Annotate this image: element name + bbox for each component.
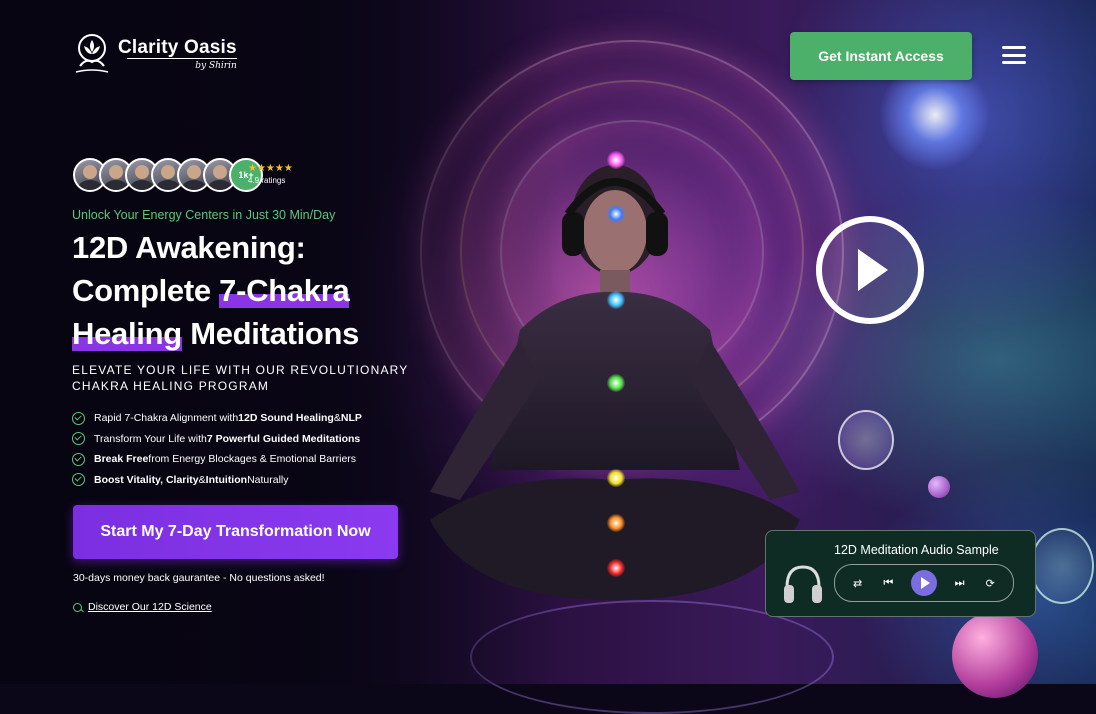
feature-text: from Energy Blockages & Emotional Barrie… (148, 453, 357, 466)
feature-list: Rapid 7-Chakra Alignment with 12D Sound … (72, 408, 362, 490)
audio-sample-title: 12D Meditation Audio Sample (834, 543, 999, 557)
feature-item: Rapid 7-Chakra Alignment with 12D Sound … (72, 408, 362, 429)
repeat-icon[interactable]: ⟳ (982, 577, 998, 590)
feature-bold: Intuition (205, 473, 248, 486)
previous-icon[interactable]: ⏮ (880, 577, 896, 590)
check-circle-icon (72, 473, 85, 487)
feature-bold: 7 Powerful Guided Meditations (206, 432, 361, 445)
headphones-icon (784, 565, 822, 603)
check-circle-icon (72, 411, 85, 425)
feature-text: & (333, 412, 341, 425)
rating-summary: ★★★★★ 4.9 ratings (248, 163, 293, 186)
feature-bold: Break Free (94, 453, 149, 466)
headline-highlight-healing: Healing (72, 316, 182, 351)
brand-byline: by Shirin (126, 58, 237, 71)
headline-line1: 12D Awakening: (72, 230, 306, 265)
chakra-root (607, 559, 625, 577)
feature-item: Break Free from Energy Blockages & Emoti… (72, 449, 362, 470)
hero-subheadline: ELEVATE YOUR LIFE WITH OUR REVOLUTIONARY… (72, 363, 409, 393)
player-controls: ⇄ ⏮ ⏭ ⟳ (834, 564, 1014, 602)
rating-text: 4.9 ratings (248, 176, 286, 185)
headline-highlight-chakra: 7-Chakra (219, 273, 350, 308)
brand-logo[interactable]: Clarity Oasis by Shirin (72, 32, 237, 76)
chakra-third-eye (607, 205, 625, 223)
lotus-person-logo-icon (75, 34, 109, 73)
feature-bold: 12D Sound Healing (238, 412, 334, 425)
hamburger-menu-icon[interactable] (1002, 46, 1026, 64)
feature-item: Transform Your Life with 7 Powerful Guid… (72, 429, 362, 450)
discover-science-link[interactable]: Discover Our 12D Science (88, 601, 212, 613)
feature-text: Transform Your Life with (94, 432, 207, 445)
brand-name: Clarity Oasis (118, 37, 237, 58)
feature-bold: NLP (340, 412, 362, 425)
feature-text: Rapid 7-Chakra Alignment with (94, 412, 239, 425)
chakra-throat (607, 291, 625, 309)
check-circle-icon (72, 452, 85, 466)
start-transformation-button[interactable]: Start My 7-Day Transformation Now (73, 505, 398, 559)
search-icon (73, 602, 82, 612)
shuffle-icon[interactable]: ⇄ (850, 577, 866, 590)
check-circle-icon (72, 432, 85, 446)
science-link-row[interactable]: Discover Our 12D Science (73, 601, 212, 613)
chakra-crown (607, 151, 625, 169)
headline-part2: Complete (72, 273, 220, 308)
feature-text: Naturally (247, 473, 289, 486)
hero-headline: 12D Awakening: Complete 7-Chakra Healing… (72, 226, 472, 355)
star-rating-icon: ★★★★★ (248, 163, 293, 174)
feature-bold: Boost Vitality, Clarity (94, 473, 199, 486)
chakra-solar-plexus (607, 469, 625, 487)
video-play-button[interactable] (816, 216, 924, 324)
feature-text: & (198, 473, 206, 486)
play-icon[interactable] (910, 570, 937, 596)
get-instant-access-button[interactable]: Get Instant Access (790, 32, 972, 80)
audio-sample-player: 12D Meditation Audio Sample ⇄ ⏮ ⏭ ⟳ (765, 530, 1036, 617)
feature-item: Boost Vitality, Clarity & Intuition Natu… (72, 470, 362, 491)
hero-tagline: Unlock Your Energy Centers in Just 30 Mi… (72, 208, 336, 222)
customer-avatars: 1k+ (73, 158, 263, 192)
headline-part3: Meditations (181, 316, 360, 351)
money-back-guarantee: 30-days money back gaurantee - No questi… (73, 572, 325, 584)
chakra-heart (607, 374, 625, 392)
next-icon[interactable]: ⏭ (952, 577, 968, 590)
chakra-sacral (607, 514, 625, 532)
